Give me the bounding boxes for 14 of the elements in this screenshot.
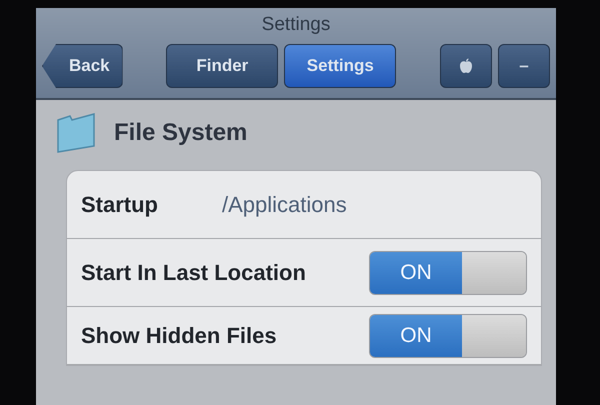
- row-label: Startup: [81, 192, 158, 218]
- toggle-switch[interactable]: ON: [369, 250, 527, 294]
- row-label: Start In Last Location: [81, 260, 306, 286]
- screen-title: Settings: [260, 14, 332, 36]
- back-button[interactable]: Back: [42, 44, 123, 88]
- apple-icon: [459, 58, 474, 74]
- section-title: File System: [114, 119, 248, 147]
- segment-tab[interactable]: Settings: [284, 44, 396, 88]
- apple-button[interactable]: [440, 44, 492, 88]
- toggle-switch[interactable]: ON: [369, 314, 527, 358]
- row-label: Show Hidden Files: [81, 322, 277, 348]
- row-value: /Applications: [222, 192, 347, 218]
- segment-tab[interactable]: Finder: [166, 44, 278, 88]
- minus-button[interactable]: –: [498, 44, 550, 88]
